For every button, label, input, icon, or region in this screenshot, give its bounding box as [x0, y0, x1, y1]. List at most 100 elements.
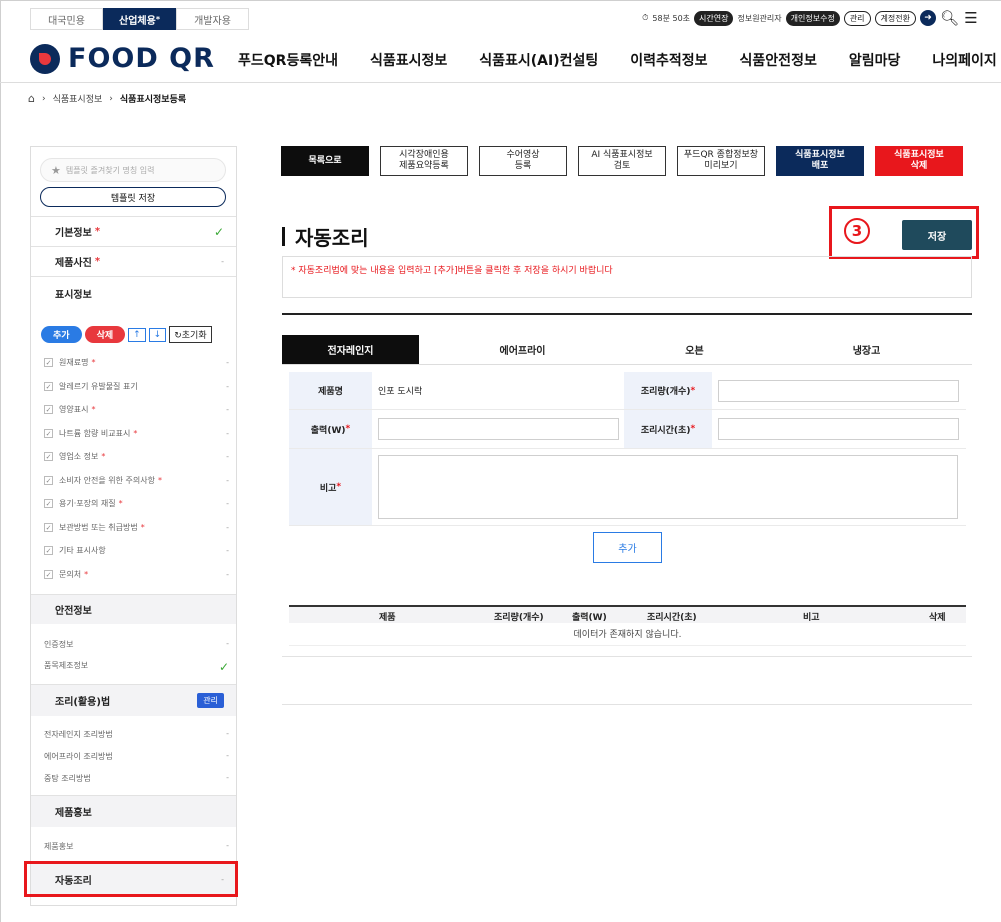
extend-session-button[interactable]: 시간연장 [694, 10, 734, 26]
list-item-label: 용기·포장의 재질 [59, 499, 116, 509]
sidebar-item-mfg-info[interactable]: 품목제조정보 ✓ [44, 660, 229, 674]
list-item[interactable]: ✓ 기타 표시사항 - [44, 539, 229, 563]
publish-button[interactable]: 식품표시정보 배포 [776, 146, 864, 176]
note-textarea[interactable] [378, 455, 958, 519]
site-tab-developer[interactable]: 개발자용 [176, 8, 249, 30]
logo[interactable]: FOOD QR [30, 43, 215, 74]
sidebar-item-label: 에어프라이 조리방법 [44, 752, 113, 761]
column-header: 출력(W) [572, 613, 607, 623]
list-item[interactable]: ✓ 보관방법 또는 취급방법 * - [44, 516, 229, 540]
checkbox[interactable]: ✓ [44, 428, 53, 438]
admin-button[interactable]: 관리 [843, 10, 871, 26]
sidebar-section-cooking[interactable]: 조리(활용)법 관리 [31, 684, 236, 716]
sidebar-item-double-boil-method[interactable]: 중탕 조리방법 - [44, 773, 229, 784]
site-tab-industry-label: 산업체용 [119, 15, 156, 27]
cook-tabs: 전자레인지 에어프라이 오븐 냉장고 [282, 335, 972, 365]
page-title: 자동조리 [282, 222, 369, 251]
sign-video-button[interactable]: 수어영상 등록 [479, 146, 567, 176]
menu-icon[interactable]: ☰ [962, 9, 980, 27]
move-up-button[interactable]: ↑ [128, 327, 146, 342]
list-item[interactable]: ✓ 문의처 * - [44, 563, 229, 587]
manage-cooking-button[interactable]: 관리 [197, 693, 224, 708]
checkbox[interactable]: ✓ [44, 381, 53, 391]
search-icon[interactable]: 🔍︎ [940, 9, 959, 27]
header: FOOD QR 푸드QR등록안내 식품표시정보 식품표시(AI)컨설팅 이력추적… [0, 37, 1001, 83]
nav-item-traceability[interactable]: 이력추적정보 [614, 50, 723, 70]
breadcrumb-item[interactable]: 식품표시정보 [53, 92, 103, 105]
cook-qty-input[interactable] [718, 379, 959, 402]
sidebar-item-microwave-method[interactable]: 전자레인지 조리방법 - [44, 729, 229, 740]
list-item[interactable]: ✓ 용기·포장의 재질 * - [44, 492, 229, 516]
nav-item-qr-guide[interactable]: 푸드QR등록안내 [222, 50, 354, 70]
tab-refrigerator[interactable]: 냉장고 [798, 335, 935, 364]
checkbox[interactable]: ✓ [44, 405, 53, 415]
checkbox[interactable]: ✓ [44, 499, 53, 509]
sidebar-item-airfryer-method[interactable]: 에어프라이 조리방법 - [44, 751, 229, 762]
sidebar-item-label: 품목제조정보 [44, 661, 89, 670]
back-to-list-button[interactable]: 목록으로 [281, 146, 369, 176]
switch-account-button[interactable]: 계정전환 [874, 10, 916, 26]
table-empty-row: 데이터가 존재하지 않습니다. [289, 624, 966, 646]
list-item[interactable]: ✓ 알레르기 유발물질 표기 - [44, 375, 229, 399]
power-input[interactable] [378, 418, 619, 440]
preview-button[interactable]: 푸드QR 종합정보창 미리보기 [677, 146, 765, 176]
checkbox[interactable]: ✓ [44, 358, 53, 368]
required-mark: * [118, 499, 123, 509]
move-down-button[interactable]: ↓ [148, 327, 167, 342]
reset-button[interactable]: ↻초기화 [169, 326, 212, 343]
list-item-label: 알레르기 유발물질 표기 [59, 381, 138, 391]
site-tab-industry[interactable]: 산업체용 * [103, 8, 176, 30]
sidebar-section-promo[interactable]: 제품홍보 [31, 795, 236, 827]
nav-item-label-info[interactable]: 식품표시정보 [354, 50, 463, 70]
checkbox[interactable]: ✓ [44, 546, 53, 556]
save-button[interactable]: 저장 [902, 220, 972, 250]
checkbox[interactable]: ✓ [44, 452, 53, 462]
nav-item-ai-consulting[interactable]: 식품표시(AI)컨설팅 [463, 50, 614, 70]
column-header: 제품 [379, 613, 396, 623]
cook-time-input[interactable] [718, 418, 959, 440]
sidebar-item-cert-info[interactable]: 인증정보 - [44, 639, 229, 650]
list-item[interactable]: ✓ 영양표시 * - [44, 398, 229, 422]
site-tab-public[interactable]: 대국민용 [30, 8, 103, 30]
nav-item-mypage[interactable]: 나의페이지 [916, 50, 1001, 70]
sidebar-section-display-info[interactable]: 표시정보 [31, 276, 236, 310]
label-text: 비고 [319, 483, 337, 494]
nav-item-notice[interactable]: 알림마당 [833, 50, 917, 70]
sidebar-item-basic-info[interactable]: 기본정보 * ✓ [31, 216, 236, 246]
delete-item-button[interactable]: 삭제 [84, 326, 126, 343]
list-item[interactable]: ✓ 영업소 정보 * - [44, 445, 229, 469]
list-item[interactable]: ✓ 소비자 안전을 위한 주의사항 * - [44, 469, 229, 493]
sidebar-item-label: 제품사진 [55, 258, 92, 269]
delete-info-button[interactable]: 식품표시정보 삭제 [875, 146, 963, 176]
tab-oven[interactable]: 오븐 [626, 335, 763, 364]
logo-text: FOOD QR [68, 43, 215, 74]
dash-mark: - [226, 569, 229, 579]
refresh-icon: ↻ [174, 331, 182, 341]
dash-mark: - [226, 475, 229, 485]
tab-airfryer[interactable]: 에어프라이 [454, 335, 591, 364]
logout-icon[interactable]: ➜ [920, 10, 936, 26]
breadcrumb: ⌂ › 식품표시정보 › 식품표시정보등록 [28, 92, 186, 105]
list-item[interactable]: ✓ 원재료명 * - [44, 351, 229, 375]
add-item-button[interactable]: 추가 [41, 326, 82, 343]
add-row-button[interactable]: 추가 [593, 532, 662, 563]
sidebar-section-safety-info[interactable]: 안전정보 [31, 594, 236, 624]
accessible-summary-button[interactable]: 시각장애인용 제품요약등록 [380, 146, 468, 176]
sidebar-item-promo[interactable]: 제품홍보 - [44, 841, 229, 852]
sidebar-item-product-photo[interactable]: 제품사진 * - [31, 246, 236, 276]
edit-profile-button[interactable]: 개인정보수정 [785, 10, 840, 26]
tab-microwave[interactable]: 전자레인지 [282, 335, 419, 364]
checkbox[interactable]: ✓ [44, 522, 53, 532]
required-mark: * [84, 569, 89, 579]
form-row: 출력(W) * 조리시간(초) * [289, 410, 966, 449]
ai-review-button[interactable]: AI 식품표시정보 검토 [578, 146, 666, 176]
divider [282, 656, 972, 657]
template-save-button[interactable]: 템플릿 저장 [40, 187, 226, 207]
nav-item-safety[interactable]: 식품안전정보 [724, 50, 833, 70]
checkbox[interactable]: ✓ [44, 569, 53, 579]
home-icon[interactable]: ⌂ [28, 92, 35, 105]
list-item[interactable]: ✓ 나트륨 함량 비교표시 * - [44, 422, 229, 446]
checkbox[interactable]: ✓ [44, 475, 53, 485]
sidebar-item-label: 전자레인지 조리방법 [44, 730, 113, 739]
template-search-input[interactable]: ★ 템플릿 즐겨찾기 명칭 입력 [40, 158, 226, 182]
